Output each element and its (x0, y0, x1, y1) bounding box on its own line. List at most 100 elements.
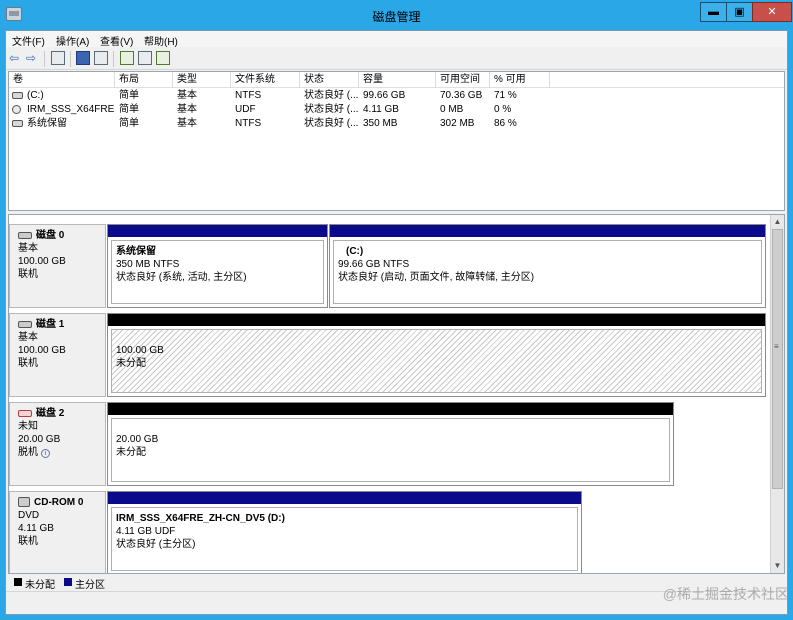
maximize-button[interactable]: ▣ (726, 2, 753, 22)
toolbar: ⇦ ⇨ (6, 48, 787, 70)
disk-kind: 基本 (18, 243, 38, 254)
partition-unallocated-disk2[interactable]: 20.00 GB 未分配 (107, 402, 674, 486)
partition-c-drive[interactable]: (C:) 99.66 GB NTFS 状态良好 (启动, 页面文件, 故障转储,… (329, 224, 766, 308)
partition-status: 状态良好 (启动, 页面文件, 故障转储, 主分区) (338, 272, 535, 283)
col-percent-free[interactable]: % 可用 (490, 72, 550, 88)
disk-map-scrollbar[interactable]: ▲ ≡ ▼ (770, 215, 784, 573)
cell-filesystem: NTFS (235, 90, 262, 101)
col-type[interactable]: 类型 (173, 72, 231, 88)
partition-detail: 350 MB NTFS (116, 259, 180, 270)
partition-detail: 4.11 GB UDF (116, 526, 176, 537)
info-icon[interactable]: i (40, 449, 50, 458)
toolbar-separator (113, 51, 114, 67)
cdrom-icon (12, 105, 21, 114)
offline-disk-icon (18, 410, 32, 417)
rescan-disks-icon[interactable] (156, 51, 170, 65)
cell-layout: 简单 (119, 90, 139, 101)
partition-status: 状态良好 (主分区) (116, 539, 196, 550)
menu-bar: 文件(F) 操作(A) 查看(V) 帮助(H) (6, 31, 787, 48)
back-arrow-icon[interactable]: ⇦ (9, 52, 22, 64)
help-icon[interactable] (76, 51, 90, 65)
forward-arrow-icon[interactable]: ⇨ (26, 52, 39, 64)
menu-action[interactable]: 操作(A) (56, 33, 89, 48)
title-bar[interactable]: 磁盘管理 ▬ ▣ ✕ (0, 0, 793, 30)
disk-state: 联机 (18, 269, 38, 280)
scrollbar-thumb[interactable] (772, 229, 783, 489)
scroll-down-icon[interactable]: ▼ (771, 559, 784, 573)
legend-unallocated: 未分配 (25, 580, 55, 591)
scroll-up-icon[interactable]: ▲ (771, 215, 784, 229)
disk-state: 脱机 (18, 447, 38, 458)
col-filesystem[interactable]: 文件系统 (231, 72, 300, 88)
cell-percent-free: 86 % (494, 118, 517, 129)
primary-swatch (64, 578, 72, 586)
cell-percent-free: 71 % (494, 90, 517, 101)
table-row[interactable]: IRM_SSS_X64FRE... 简单 基本 UDF 状态良好 (... 4.… (9, 103, 784, 117)
cell-percent-free: 0 % (494, 104, 512, 115)
cell-layout: 简单 (119, 104, 139, 115)
col-status[interactable]: 状态 (300, 72, 359, 88)
scrollbar-grip-icon: ≡ (774, 342, 779, 351)
partition-dvd-d-drive[interactable]: IRM_SSS_X64FRE_ZH-CN_DV5 (D:) 4.11 GB UD… (107, 491, 582, 573)
partition-system-reserved[interactable]: 系统保留 350 MB NTFS 状态良好 (系统, 活动, 主分区) (107, 224, 328, 308)
properties-icon[interactable] (94, 51, 108, 65)
disk-size: 100.00 GB (18, 256, 66, 267)
partition-detail: 99.66 GB NTFS (338, 259, 410, 270)
col-free-space[interactable]: 可用空间 (436, 72, 490, 88)
col-capacity[interactable]: 容量 (359, 72, 436, 88)
cell-free-space: 0 MB (440, 104, 464, 115)
cdrom-0-label[interactable]: CD-ROM 0 DVD 4.11 GB 联机 (9, 491, 106, 573)
window-title: 磁盘管理 (372, 10, 421, 24)
disk-name: 磁盘 1 (36, 319, 65, 330)
close-button[interactable]: ✕ (752, 2, 792, 22)
disk-state: 联机 (18, 536, 38, 547)
cell-status: 状态良好 (... (304, 90, 359, 101)
disk-size: 20.00 GB (18, 434, 61, 445)
disk-name: 磁盘 0 (36, 230, 65, 241)
menu-file[interactable]: 文件(F) (12, 33, 45, 48)
volume-list-header: 卷 布局 类型 文件系统 状态 容量 可用空间 % 可用 (9, 72, 784, 88)
cell-free-space: 302 MB (440, 118, 475, 129)
settings-icon[interactable] (138, 51, 152, 65)
disk-name: CD-ROM 0 (34, 497, 84, 508)
cell-status: 状态良好 (... (304, 118, 359, 129)
disk-2-label[interactable]: 磁盘 2 未知 20.00 GB 脱机 i (9, 402, 106, 486)
partition-name: IRM_SSS_X64FRE_ZH-CN_DV5 (D:) (116, 513, 285, 524)
cell-volume: IRM_SSS_X64FRE... (27, 104, 115, 115)
disk-1-label[interactable]: 磁盘 1 基本 100.00 GB 联机 (9, 313, 106, 397)
unallocated-bar (108, 403, 673, 415)
table-row[interactable]: 系统保留 简单 基本 NTFS 状态良好 (... 350 MB 302 MB … (9, 117, 784, 131)
cell-capacity: 99.66 GB (363, 90, 406, 101)
disk-size: 4.11 GB (18, 523, 54, 534)
drive-icon (12, 92, 23, 99)
app-window: 磁盘管理 ▬ ▣ ✕ 文件(F) 操作(A) 查看(V) 帮助(H) ⇦ ⇨ 卷 (0, 0, 793, 620)
partition-name: 系统保留 (116, 246, 156, 257)
col-layout[interactable]: 布局 (115, 72, 173, 88)
table-row[interactable]: (C:) 简单 基本 NTFS 状态良好 (... 99.66 GB 70.36… (9, 89, 784, 103)
cell-free-space: 70.36 GB (440, 90, 483, 101)
disk-name: 磁盘 2 (36, 408, 65, 419)
toolbar-separator (44, 51, 45, 67)
menu-help[interactable]: 帮助(H) (144, 33, 178, 48)
partition-unallocated-disk1[interactable]: 100.00 GB 未分配 (107, 313, 766, 397)
unallocated-swatch (14, 578, 22, 586)
volume-list: 卷 布局 类型 文件系统 状态 容量 可用空间 % 可用 (C:) 简单 基本 … (8, 71, 785, 211)
col-volume[interactable]: 卷 (9, 72, 115, 88)
menu-view[interactable]: 查看(V) (100, 33, 133, 48)
cdrom-icon (18, 497, 30, 507)
unallocated-bar (108, 314, 765, 326)
cell-volume: 系统保留 (27, 118, 67, 129)
minimize-button[interactable]: ▬ (700, 2, 727, 22)
disk-size: 100.00 GB (18, 345, 66, 356)
cell-type: 基本 (177, 90, 197, 101)
cell-capacity: 350 MB (363, 118, 398, 129)
drive-icon (12, 120, 23, 127)
partition-status: 未分配 (116, 447, 146, 458)
disk-map: 磁盘 0 基本 100.00 GB 联机 系统保留 350 MB NTFS 状态… (8, 214, 785, 574)
refresh-icon[interactable] (120, 51, 134, 65)
disk-kind: 基本 (18, 332, 38, 343)
disk-0-label[interactable]: 磁盘 0 基本 100.00 GB 联机 (9, 224, 106, 308)
hard-disk-icon (18, 321, 32, 328)
console-tree-icon[interactable] (51, 51, 65, 65)
partition-status: 未分配 (116, 358, 146, 369)
